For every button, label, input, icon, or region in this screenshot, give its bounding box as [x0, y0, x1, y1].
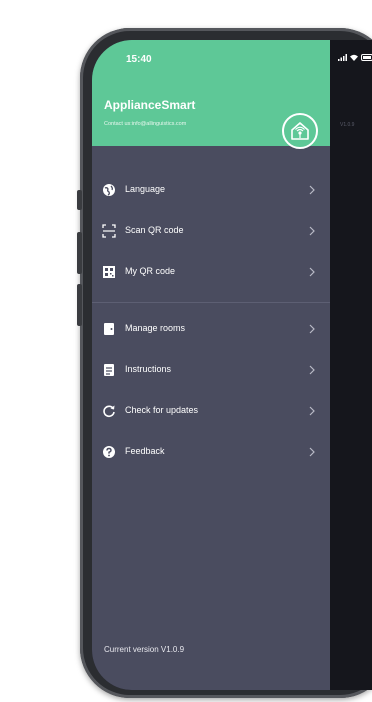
mute-switch — [77, 190, 82, 210]
wifi-icon — [350, 54, 358, 61]
refresh-icon — [103, 405, 115, 418]
chevron-right-icon — [309, 365, 315, 375]
door-icon — [104, 323, 114, 335]
menu-item-language[interactable]: Language — [92, 176, 330, 204]
phone-screen: V1.0.9 15:40 ApplianceSmart Contact us:i… — [92, 40, 372, 690]
right-pane-version: V1.0.9 — [340, 122, 355, 128]
menu-item-label: Check for updates — [125, 405, 199, 415]
menu-item-scan-qr-code[interactable]: Scan QR code — [92, 217, 330, 245]
app-logo — [282, 113, 318, 149]
chevron-right-icon — [309, 226, 315, 236]
menu-item-label: Scan QR code — [125, 225, 184, 235]
menu-item-feedback[interactable]: Feedback — [92, 438, 330, 466]
menu-item-label: My QR code — [125, 266, 176, 276]
signal-icon — [338, 54, 347, 61]
chevron-right-icon — [309, 267, 315, 277]
drawer-header: 15:40 ApplianceSmart Contact us:info@all… — [92, 40, 330, 149]
chevron-right-icon — [309, 185, 315, 195]
menu-item-label: Instructions — [125, 364, 172, 374]
chevron-right-icon — [309, 406, 315, 416]
menu-item-label: Language — [125, 184, 166, 194]
document-icon — [104, 364, 114, 376]
menu-item-label: Manage rooms — [125, 323, 186, 333]
qr-code-icon — [103, 266, 115, 278]
volume-down-button — [77, 284, 82, 326]
current-version: Current version V1.0.9 — [104, 645, 185, 654]
menu-divider — [92, 302, 330, 303]
status-icons-right — [338, 54, 372, 61]
chevron-right-icon — [309, 324, 315, 334]
smart-home-icon — [291, 122, 309, 140]
menu-item-check-for-updates[interactable]: Check for updates — [92, 397, 330, 425]
menu-item-my-qr-code[interactable]: My QR code — [92, 258, 330, 286]
chevron-right-icon — [309, 447, 315, 457]
status-time: 15:40 — [126, 54, 152, 65]
menu-item-instructions[interactable]: Instructions — [92, 356, 330, 384]
battery-icon — [361, 54, 372, 61]
app-name: ApplianceSmart — [104, 98, 196, 112]
menu-item-manage-rooms[interactable]: Manage rooms — [92, 315, 330, 343]
side-drawer: 15:40 ApplianceSmart Contact us:info@all… — [92, 40, 330, 690]
globe-icon — [103, 184, 115, 196]
volume-up-button — [77, 232, 82, 274]
main-content-overlay[interactable] — [330, 40, 372, 690]
question-icon — [103, 446, 115, 458]
contact-email[interactable]: Contact us:info@allinguistics.com — [104, 121, 186, 127]
scan-qr-icon — [102, 224, 116, 238]
menu-item-label: Feedback — [125, 446, 165, 456]
